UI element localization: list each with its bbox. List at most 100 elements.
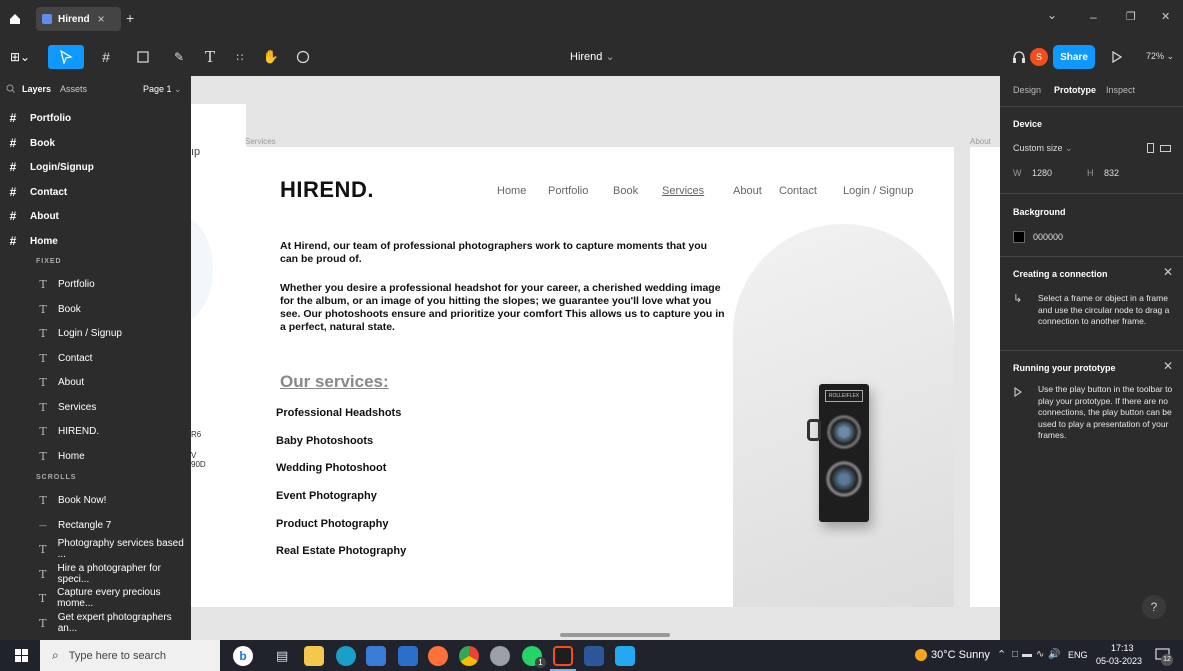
text-tool-icon[interactable]: T — [200, 46, 220, 68]
notifications-icon[interactable]: 12 — [1155, 647, 1173, 666]
new-tab-button[interactable]: + — [126, 10, 134, 26]
mail-icon[interactable] — [398, 646, 418, 666]
tab-design[interactable]: Design — [1013, 85, 1041, 95]
whatsapp-icon[interactable]: 1 — [522, 646, 546, 668]
portrait-icon[interactable] — [1147, 143, 1154, 153]
help-button[interactable]: ? — [1142, 595, 1166, 619]
store-icon[interactable] — [366, 646, 386, 666]
nav-login-signup[interactable]: Login / Signup — [843, 185, 913, 197]
layer-text[interactable]: T Portfolio — [0, 272, 191, 296]
restore-button[interactable]: ❐ — [1126, 10, 1136, 23]
nav-portfolio[interactable]: Portfolio — [548, 185, 588, 197]
resources-icon[interactable]: ∷ — [230, 46, 250, 68]
horizontal-scrollbar[interactable] — [560, 633, 670, 637]
language-indicator[interactable]: ENG — [1068, 650, 1088, 660]
shape-tool-icon[interactable] — [128, 46, 158, 68]
vscode-icon[interactable] — [615, 646, 635, 666]
file-title[interactable]: Hirend ⌄ — [570, 50, 615, 63]
chevron-down-icon[interactable]: ⌄ — [1047, 8, 1057, 22]
frame-label-about[interactable]: About — [970, 137, 991, 146]
background-swatch[interactable] — [1013, 231, 1025, 243]
firefox-icon[interactable] — [428, 646, 448, 666]
home-icon[interactable] — [6, 10, 24, 28]
layer-text[interactable]: T Contact — [0, 346, 191, 370]
move-tool-icon[interactable] — [48, 45, 84, 69]
minimize-button[interactable]: – — [1090, 10, 1097, 24]
search-icon[interactable] — [4, 82, 16, 94]
layer-text[interactable]: T Hire a photographer for speci... — [0, 562, 191, 586]
layer-text[interactable]: T Services — [0, 395, 191, 419]
clock-time[interactable]: 17:13 — [1111, 643, 1134, 653]
layer-frame-book[interactable]: # Book — [0, 131, 191, 155]
partial-frame-left[interactable]: ıp R6 V 90D — [191, 104, 246, 607]
close-tab-icon[interactable]: × — [98, 12, 105, 26]
audio-icon[interactable] — [1010, 47, 1028, 67]
chrome-profile-icon[interactable] — [490, 646, 510, 666]
word-icon[interactable] — [584, 646, 604, 666]
edge-icon[interactable] — [336, 646, 356, 666]
design-canvas[interactable]: ıp R6 V 90D Services About HIREND. Home … — [191, 76, 1000, 640]
chrome-icon[interactable] — [459, 646, 479, 666]
layer-text[interactable]: T Photography services based ... — [0, 537, 191, 561]
bing-icon[interactable]: b — [233, 646, 253, 666]
tab-prototype[interactable]: Prototype — [1054, 85, 1096, 95]
camera-crank — [807, 419, 821, 441]
layer-frame-portfolio[interactable]: # Portfolio — [0, 106, 191, 130]
weather-text[interactable]: 30°C Sunny — [931, 649, 990, 661]
layer-text[interactable]: T HIREND. — [0, 419, 191, 443]
layer-label: Home — [58, 450, 85, 462]
frame-label-services[interactable]: Services — [245, 137, 276, 146]
layer-frame-login-signup[interactable]: # Login/Signup — [0, 155, 191, 179]
tray-chevron-icon[interactable]: ⌃ — [997, 648, 1006, 661]
nav-home[interactable]: Home — [497, 185, 526, 197]
layer-rectangle[interactable]: — Rectangle 7 — [0, 513, 191, 537]
main-menu-icon[interactable]: ⊞⌄ — [4, 46, 36, 68]
layer-text[interactable]: T Home — [0, 444, 191, 468]
comment-tool-icon[interactable] — [292, 46, 314, 68]
windows-start-icon[interactable] — [15, 649, 28, 662]
partial-frame-right[interactable] — [970, 147, 1000, 607]
tab-layers[interactable]: Layers — [22, 84, 51, 94]
task-view-icon[interactable]: ▤ — [276, 648, 288, 664]
layer-frame-contact[interactable]: # Contact — [0, 180, 191, 204]
present-play-icon[interactable] — [1107, 47, 1127, 67]
layer-text[interactable]: T Book Now! — [0, 488, 191, 512]
file-explorer-icon[interactable] — [304, 646, 324, 666]
nav-contact[interactable]: Contact — [779, 185, 817, 197]
close-window-button[interactable]: ✕ — [1161, 10, 1170, 23]
close-icon[interactable]: ✕ — [1163, 265, 1173, 279]
device-size-dropdown[interactable]: Custom size ⌄ — [1013, 143, 1073, 154]
background-value[interactable]: 000000 — [1033, 232, 1063, 242]
layer-frame-home[interactable]: # Home — [0, 229, 191, 253]
services-frame[interactable]: HIREND. Home Portfolio Book Services Abo… — [245, 147, 954, 607]
zoom-level[interactable]: 72% ⌄ — [1146, 51, 1174, 62]
height-label: H — [1087, 168, 1094, 178]
share-button[interactable]: Share — [1053, 45, 1095, 69]
tab-assets[interactable]: Assets — [60, 84, 87, 94]
tab-hirend[interactable]: Hirend × — [36, 7, 121, 31]
pen-tool-icon[interactable]: ✎ — [164, 46, 194, 68]
layer-text[interactable]: T Login / Signup — [0, 321, 191, 345]
avatar[interactable]: S — [1030, 48, 1048, 66]
frame-tool-icon[interactable]: # — [92, 46, 120, 68]
landscape-icon[interactable] — [1160, 145, 1171, 152]
layer-text[interactable]: T Capture every precious mome... — [0, 586, 191, 610]
nav-services[interactable]: Services — [662, 185, 704, 197]
taskbar-search[interactable]: ⌕ Type here to search — [40, 640, 220, 671]
weather-icon[interactable] — [915, 649, 927, 661]
nav-book[interactable]: Book — [613, 185, 638, 197]
nav-about[interactable]: About — [733, 185, 762, 197]
layer-text[interactable]: T About — [0, 370, 191, 394]
tab-inspect[interactable]: Inspect — [1106, 85, 1135, 95]
height-field[interactable]: H 832 — [1087, 168, 1119, 178]
tray-icons[interactable]: □▬∿🔊 — [1012, 649, 1065, 660]
layer-text[interactable]: T Book — [0, 297, 191, 321]
page-selector[interactable]: Page 1 ⌄ — [143, 84, 182, 95]
layer-frame-about[interactable]: # About — [0, 204, 191, 228]
figma-icon[interactable] — [553, 646, 573, 666]
width-field[interactable]: W 1280 — [1013, 168, 1052, 178]
close-icon[interactable]: ✕ — [1163, 359, 1173, 373]
clock-date[interactable]: 05-03-2023 — [1096, 656, 1142, 666]
hand-tool-icon[interactable]: ✋ — [260, 46, 282, 68]
layer-text[interactable]: T Get expert photographers an... — [0, 611, 191, 635]
